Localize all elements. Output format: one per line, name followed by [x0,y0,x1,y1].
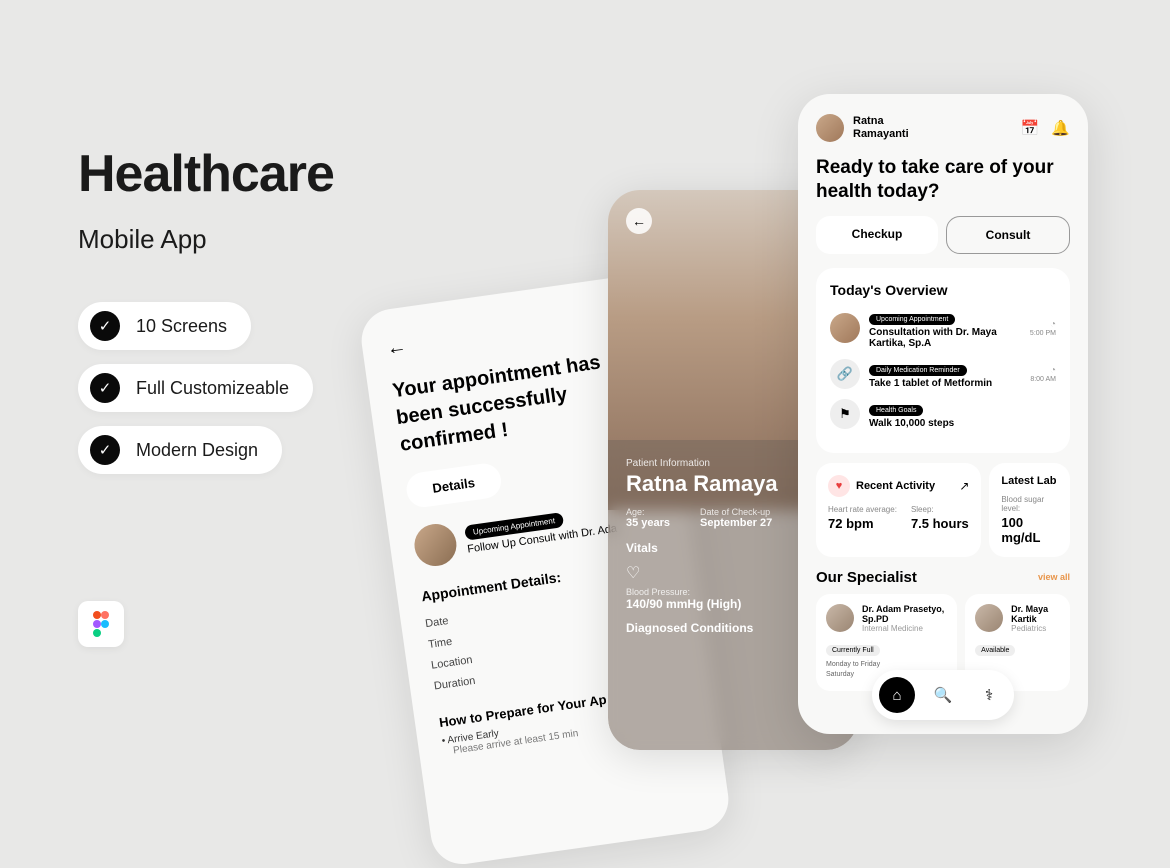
bottom-nav: ⌂ 🔍 ⚕ [872,670,1014,720]
heart-rate-value: 72 bpm [828,516,897,531]
user-profile[interactable]: RatnaRamayanti [816,114,909,142]
feature-text: Full Customizeable [136,378,289,399]
clock-icon: ◔ [1050,319,1056,330]
overview-time: 5:00 PM [1030,330,1056,337]
hero-title: Healthcare [78,144,334,204]
specialist-role: Pediatrics [1011,624,1060,633]
overview-chip: Upcoming Appointment [869,314,955,325]
overview-chip: Health Goals [869,405,923,416]
activity-title: Recent Activity [856,480,953,492]
recent-activity-card[interactable]: ♥ Recent Activity ↗ Heart rate average: … [816,463,981,557]
medical-nav-button[interactable]: ⚕ [971,677,1007,713]
arrow-icon: ↗ [959,479,969,493]
checkup-date: September 27 [700,517,772,529]
overview-chip: Daily Medication Reminder [869,365,967,376]
doctor-avatar [412,521,459,568]
lab-label: Blood sugar level: [1001,495,1058,513]
heart-rate-label: Heart rate average: [828,505,897,514]
specialist-name: Dr. Adam Prasetyo, Sp.PD [862,604,947,624]
user-name: RatnaRamayanti [853,115,909,140]
availability-chip: Currently Full [826,645,880,656]
specialist-name: Dr. Maya Kartik [1011,604,1060,624]
specialist-avatar [826,604,854,632]
overview-item[interactable]: Upcoming Appointment Consultation with D… [830,308,1056,349]
overview-text: Take 1 tablet of Metformin [869,378,1021,389]
overview-time: 8:00 AM [1030,376,1056,383]
latest-lab-card[interactable]: Latest Lab Blood sugar level: 100 mg/dL [989,463,1070,557]
checkup-tab[interactable]: Checkup [816,216,938,254]
age-label: Age: [626,507,670,517]
home-title: Ready to take care of your health today? [816,156,1070,204]
feature-item: ✓ Full Customizeable [78,364,313,412]
overview-card: Today's Overview Upcoming Appointment Co… [816,268,1070,453]
overview-item[interactable]: ⚑ Health Goals Walk 10,000 steps [830,399,1056,429]
doctor-avatar [830,313,860,343]
specialist-avatar [975,604,1003,632]
feature-text: Modern Design [136,440,258,461]
feature-list: ✓ 10 Screens ✓ Full Customizeable ✓ Mode… [78,302,313,474]
overview-text: Walk 10,000 steps [869,418,1056,429]
sleep-value: 7.5 hours [911,516,969,531]
search-nav-button[interactable]: 🔍 [925,677,961,713]
lab-value: 100 mg/dL [1001,515,1058,545]
bell-icon[interactable]: 🔔 [1051,119,1070,137]
home-screen: RatnaRamayanti 📅 🔔 Ready to take care of… [798,94,1088,734]
figma-icon [78,601,124,647]
lab-title: Latest Lab [1001,475,1058,487]
age-value: 35 years [626,517,670,529]
home-nav-button[interactable]: ⌂ [879,677,915,713]
specialist-title: Our Specialist [816,569,917,586]
clock-icon: ◔ [1050,365,1056,376]
availability-chip: Available [975,645,1015,656]
check-icon: ✓ [90,373,120,403]
link-icon: 🔗 [830,359,860,389]
feature-item: ✓ 10 Screens [78,302,251,350]
specialist-role: Internal Medicine [862,624,947,633]
hero-subtitle: Mobile App [78,224,334,255]
feature-text: 10 Screens [136,316,227,337]
details-button[interactable]: Details [404,461,503,509]
overview-title: Today's Overview [830,282,1056,298]
overview-text: Consultation with Dr. Maya Kartika, Sp.A [869,327,1021,349]
consult-tab[interactable]: Consult [946,216,1070,254]
calendar-icon[interactable]: 📅 [1021,119,1040,137]
feature-item: ✓ Modern Design [78,426,282,474]
back-arrow-icon[interactable]: ← [626,208,652,234]
check-icon: ✓ [90,435,120,465]
view-all-link[interactable]: view all [1038,572,1070,582]
overview-item[interactable]: 🔗 Daily Medication Reminder Take 1 table… [830,359,1056,389]
heart-icon: ♥ [828,475,850,497]
flag-icon: ⚑ [830,399,860,429]
user-avatar [816,114,844,142]
checkup-label: Date of Check-up [700,507,772,517]
sleep-label: Sleep: [911,505,969,514]
check-icon: ✓ [90,311,120,341]
